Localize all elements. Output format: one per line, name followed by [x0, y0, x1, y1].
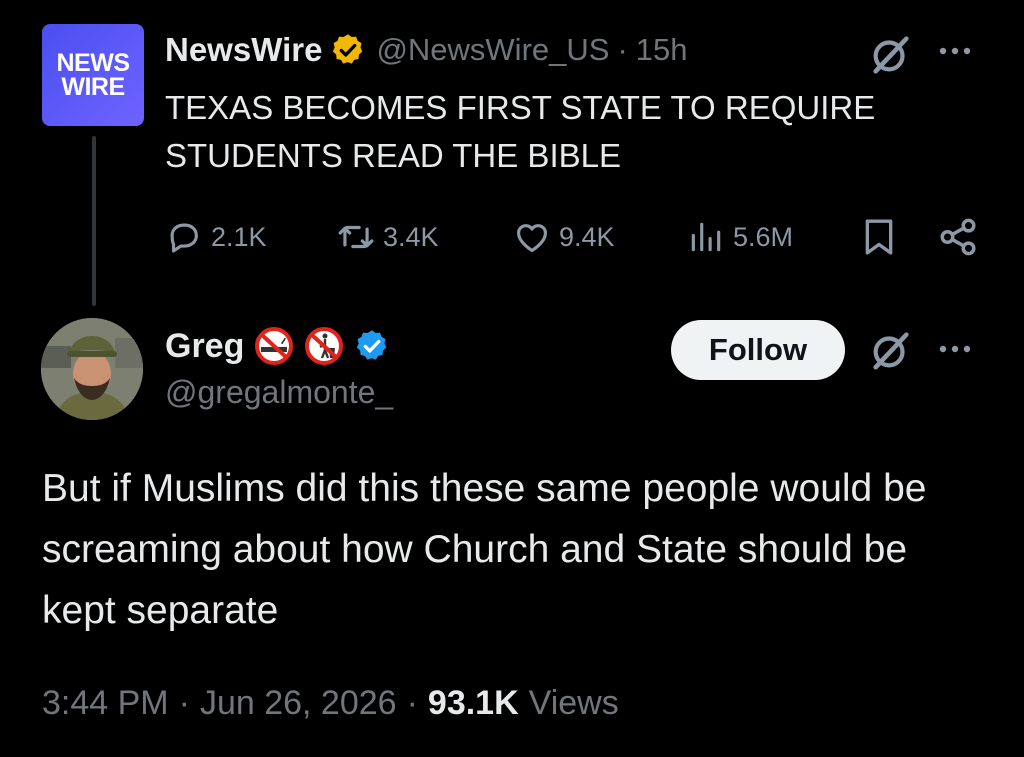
like-count: 9.4K [559, 221, 615, 252]
parent-tweet-header: NewsWire @NewsWire_US · 15h [165, 28, 688, 72]
parent-author-name[interactable]: NewsWire [165, 31, 322, 69]
reply-timestamp[interactable]: 3:44 PM [42, 684, 169, 723]
no-smoking-emoji-icon [255, 327, 294, 365]
repost-button[interactable]: 3.4K [337, 215, 439, 259]
views-button[interactable]: 5.6M [687, 215, 793, 259]
bookmark-icon[interactable] [859, 215, 899, 259]
grok-icon[interactable] [868, 327, 914, 373]
like-button[interactable]: 9.4K [513, 215, 615, 259]
verified-gold-badge-icon [333, 34, 363, 64]
grok-icon[interactable] [868, 31, 914, 77]
parent-author-handle[interactable]: @NewsWire_US [376, 32, 609, 68]
reply-views-count: 93.1K [427, 683, 519, 722]
reply-views-label: Views [528, 683, 619, 722]
parent-tweet-actions: 2.1K 3.4K 9.4K 5.6M [165, 215, 985, 259]
logo-line-2: WIRE [61, 73, 125, 101]
avatar-photo [41, 318, 143, 420]
dot-separator: · [178, 683, 190, 722]
thread-connector-line [92, 136, 96, 306]
more-options-icon[interactable] [936, 334, 974, 364]
reply-author-name[interactable]: Greg [165, 327, 244, 366]
reply-count: 2.1K [211, 221, 267, 252]
reply-date[interactable]: Jun 26, 2026 [200, 684, 397, 723]
dot-separator: · [406, 683, 418, 722]
like-icon [516, 224, 548, 253]
parent-tweet-text: TEXAS BECOMES FIRST STATE TO REQUIRE STU… [165, 89, 876, 174]
parent-tweet-time[interactable]: 15h [636, 32, 688, 68]
repost-count: 3.4K [383, 221, 439, 252]
logo-line-1: NEWS [56, 49, 131, 77]
views-icon [691, 222, 721, 252]
reply-icon [170, 223, 198, 253]
reply-meta: 3:44 PM · Jun 26, 2026 · 93.1K Views [42, 680, 619, 726]
more-options-icon[interactable] [936, 36, 974, 66]
newswire-avatar-logo[interactable]: NEWS WIRE [42, 24, 144, 126]
reply-author-row: Greg [165, 322, 390, 370]
reply-button[interactable]: 2.1K [165, 215, 267, 259]
no-littering-emoji-icon [305, 327, 344, 365]
views-count: 5.6M [733, 221, 794, 252]
follow-button[interactable]: Follow [671, 320, 845, 380]
dot-separator: · [617, 32, 628, 67]
greg-avatar[interactable] [41, 318, 143, 420]
reply-author-handle[interactable]: @gregalmonte_ [165, 374, 393, 411]
reply-text: But if Muslims did this these same peopl… [42, 467, 927, 632]
verified-badge-icon [357, 330, 387, 360]
share-icon[interactable] [937, 215, 979, 259]
repost-icon [338, 225, 374, 249]
